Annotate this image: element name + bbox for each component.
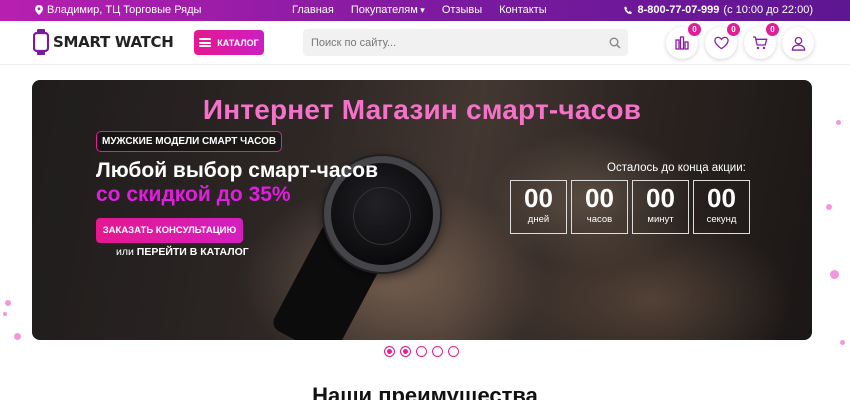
top-bar: Владимир, ТЦ Торговые Ряды Главная Покуп… [0, 0, 850, 21]
nav-contacts[interactable]: Контакты [499, 4, 547, 16]
countdown-seconds-unit: секунд [706, 214, 737, 225]
search-input[interactable] [303, 29, 628, 56]
user-icon [791, 36, 805, 51]
slider-dot-2[interactable] [400, 346, 411, 357]
header: SMART WATCH КАТАЛОГ 0 0 0 [0, 21, 850, 65]
order-consultation-button[interactable]: ЗАКАЗАТЬ КОНСУЛЬТАЦИЮ [96, 218, 243, 243]
compare-icon [675, 36, 689, 50]
cart-count-badge: 0 [766, 23, 779, 36]
nav-reviews[interactable]: Отзывы [442, 4, 482, 16]
heart-icon [713, 36, 729, 50]
account-button[interactable] [782, 27, 814, 59]
headline-line1: Любой выбор смарт-часов [96, 159, 378, 182]
confetti-dot [836, 120, 841, 125]
countdown-days-unit: дней [527, 214, 550, 225]
work-hours: (с 10:00 до 22:00) [723, 4, 813, 16]
countdown-minutes: 00 минут [632, 180, 689, 234]
cart-icon [753, 36, 768, 50]
countdown-label: Осталось до конца акции: [607, 162, 746, 174]
countdown-minutes-unit: минут [647, 214, 674, 225]
slider-dot-3[interactable] [416, 346, 427, 357]
slider-pagination [384, 346, 459, 357]
phone-block[interactable]: 8-800-77-07-999 (с 10:00 до 22:00) [624, 4, 813, 16]
phone-icon [624, 5, 633, 14]
advantages-section-title: Наши преимущества [312, 383, 538, 400]
catalog-link-prefix: или [116, 246, 134, 258]
nav-home[interactable]: Главная [292, 4, 334, 16]
hero-title: Интернет Магазин смарт-часов [202, 94, 642, 125]
compare-button[interactable]: 0 [666, 23, 701, 59]
catalog-label: КАТАЛОГ [217, 37, 259, 48]
countdown-days: 00 дней [510, 180, 567, 234]
smartwatch-logo-icon [33, 29, 49, 55]
menu-icon [199, 38, 212, 47]
slider-dot-5[interactable] [448, 346, 459, 357]
hero-banner: Интернет Магазин смарт-часов МУЖСКИЕ МОД… [32, 80, 812, 340]
slider-dot-1[interactable] [384, 346, 395, 357]
location-pin-icon [35, 5, 43, 15]
favorites-button[interactable]: 0 [705, 23, 740, 59]
top-nav: Главная Покупателям Отзывы Контакты [292, 4, 547, 16]
search-icon[interactable] [609, 37, 621, 49]
countdown-seconds-value: 00 [707, 183, 736, 213]
confetti-dot [830, 270, 839, 279]
nav-customers[interactable]: Покупателям [351, 4, 425, 16]
slider-dot-4[interactable] [432, 346, 443, 357]
logo[interactable]: SMART WATCH [33, 29, 174, 55]
catalog-link[interactable]: ПЕРЕЙТИ В КАТАЛОГ [137, 246, 249, 258]
location-text: Владимир, ТЦ Торговые Ряды [47, 4, 202, 16]
confetti-dot [14, 333, 21, 340]
confetti-dot [5, 300, 11, 306]
category-tag: МУЖСКИЕ МОДЕЛИ СМАРТ ЧАСОВ [96, 131, 283, 152]
countdown-hours-value: 00 [585, 183, 614, 213]
countdown-hours: 00 часов [571, 180, 628, 234]
phone-number[interactable]: 8-800-77-07-999 [637, 4, 719, 16]
location[interactable]: Владимир, ТЦ Торговые Ряды [35, 4, 201, 16]
confetti-dot [826, 204, 832, 210]
logo-text: SMART WATCH [53, 33, 174, 51]
countdown-minutes-value: 00 [646, 183, 675, 213]
cart-button[interactable]: 0 [744, 23, 779, 59]
countdown-seconds: 00 секунд [693, 180, 750, 234]
headline-line2: со скидкой до 35% [96, 183, 291, 206]
catalog-link-line: или ПЕРЕЙТИ В КАТАЛОГ [116, 246, 249, 258]
compare-count-badge: 0 [688, 23, 701, 36]
confetti-dot [3, 312, 7, 316]
countdown-hours-unit: часов [586, 214, 613, 225]
catalog-button[interactable]: КАТАЛОГ [194, 30, 264, 55]
confetti-dot [840, 340, 845, 345]
page: Владимир, ТЦ Торговые Ряды Главная Покуп… [0, 0, 850, 400]
favorites-count-badge: 0 [727, 23, 740, 36]
countdown-days-value: 00 [524, 183, 553, 213]
